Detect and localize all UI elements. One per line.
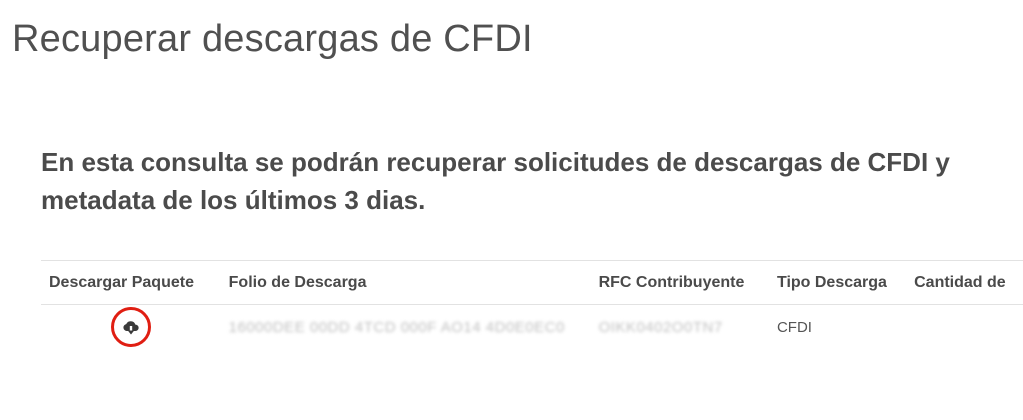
cloud-download-icon <box>123 321 139 335</box>
page: Recuperar descargas de CFDI En esta cons… <box>0 0 1023 420</box>
header-tipo-descarga: Tipo Descarga <box>776 273 887 291</box>
cantidad-cell <box>906 305 1023 350</box>
header-descargar-paquete: Descargar Paquete <box>49 273 194 291</box>
table-row: 16000DEE 00DD 4TCD 000F AO14 4D0E0EC0 OI… <box>41 305 1023 350</box>
rfc-value: OIKK0402O0TN7 <box>598 318 723 336</box>
paquete-cell <box>41 305 221 350</box>
header-rfc-contribuyente: RFC Contribuyente <box>598 273 745 291</box>
header-cantidad: Cantidad de <box>914 273 1006 291</box>
intro-text: En esta consulta se podrán recuperar sol… <box>41 147 950 215</box>
download-package-button[interactable] <box>110 307 151 347</box>
rfc-cell: OIKK0402O0TN7 <box>591 305 769 350</box>
table-header-row: Descargar Paquete Folio de Descarga RFC … <box>41 260 1023 305</box>
downloads-table: Descargar Paquete Folio de Descarga RFC … <box>41 260 1023 349</box>
header-folio-descarga: Folio de Descarga <box>228 273 367 291</box>
downloads-table-container: Descargar Paquete Folio de Descarga RFC … <box>41 260 1023 349</box>
folio-cell: 16000DEE 00DD 4TCD 000F AO14 4D0E0EC0 <box>221 305 591 350</box>
page-title: Recuperar descargas de CFDI <box>12 18 533 60</box>
tipo-cell: CFDI <box>776 318 812 336</box>
folio-value: 16000DEE 00DD 4TCD 000F AO14 4D0E0EC0 <box>228 318 565 336</box>
